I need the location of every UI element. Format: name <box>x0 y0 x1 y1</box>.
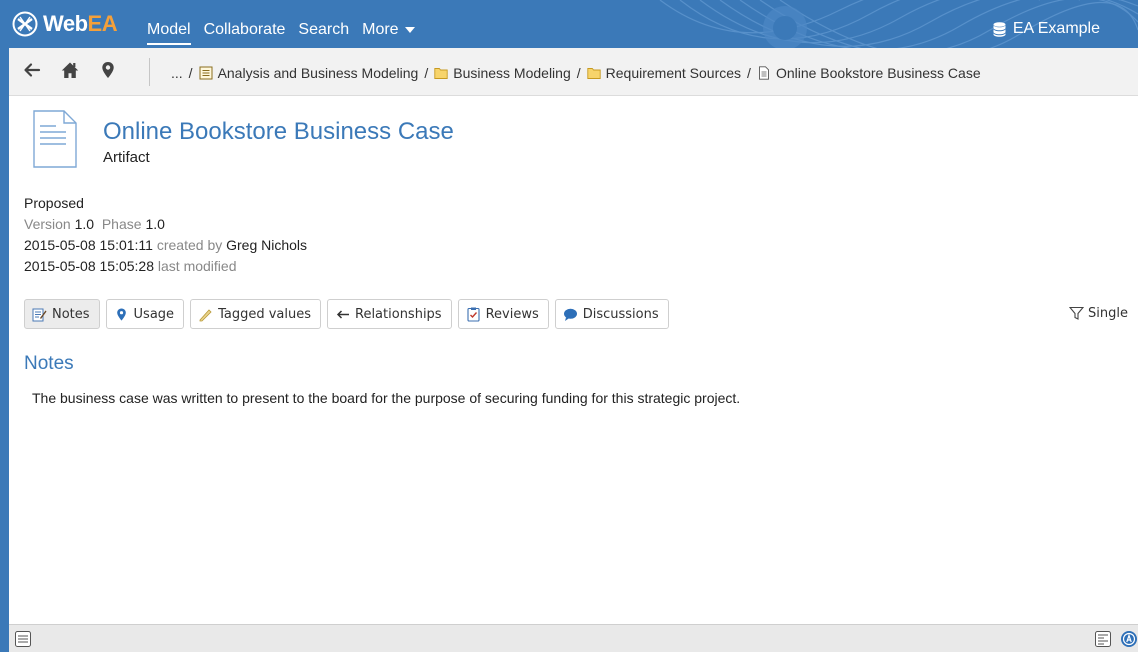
property-tabs: Notes Usage Tagged values Relationships … <box>24 299 669 329</box>
nav-buttons <box>23 61 117 79</box>
top-bar: WebEA Model Collaborate Search More EA E… <box>0 0 1138 48</box>
caret-down-icon <box>404 26 415 33</box>
artifact-icon <box>33 110 77 168</box>
modified-date: 2015-05-08 15:05:28 <box>24 258 154 274</box>
nav-more[interactable]: More <box>362 21 415 45</box>
breadcrumb-item-analysis[interactable]: Analysis and Business Modeling <box>199 65 419 81</box>
database-icon <box>993 21 1006 37</box>
breadcrumb-bar: ... / Analysis and Business Modeling / B… <box>9 48 1138 96</box>
logo-suffix: EA <box>87 11 118 36</box>
created-line: 2015-05-08 15:01:11 created by Greg Nich… <box>24 235 307 256</box>
breadcrumb-item-requirement-sources[interactable]: Requirement Sources <box>586 65 742 81</box>
tab-label: Reviews <box>485 306 539 322</box>
tab-relationships[interactable]: Relationships <box>327 299 452 329</box>
created-date: 2015-05-08 15:01:11 <box>24 237 153 253</box>
modified-line: 2015-05-08 15:05:28 last modified <box>24 256 307 277</box>
folder-icon <box>434 68 448 79</box>
nav-collaborate[interactable]: Collaborate <box>204 21 286 45</box>
status-bar-right <box>1094 630 1138 648</box>
tab-label: Relationships <box>355 306 442 322</box>
tab-label: Notes <box>52 306 90 322</box>
notes-icon <box>32 308 47 321</box>
model-selector[interactable]: EA Example <box>993 20 1100 38</box>
arrow-left-icon <box>336 309 349 319</box>
nav-search[interactable]: Search <box>298 21 349 45</box>
nav-more-label: More <box>362 21 399 38</box>
review-icon <box>467 307 480 322</box>
tab-usage[interactable]: Usage <box>105 299 185 329</box>
webea-logo[interactable]: WebEA <box>12 9 118 39</box>
left-accent-bar <box>0 48 9 652</box>
breadcrumb-slash: / <box>424 65 429 81</box>
breadcrumb: ... / Analysis and Business Modeling / B… <box>171 65 981 81</box>
back-arrow-icon[interactable] <box>23 61 41 79</box>
breadcrumb-label: Requirement Sources <box>605 65 742 81</box>
tab-reviews[interactable]: Reviews <box>457 299 549 329</box>
breadcrumb-item-business-modeling[interactable]: Business Modeling <box>434 65 571 81</box>
tab-label: Tagged values <box>218 306 311 322</box>
chat-icon <box>563 308 577 321</box>
element-properties: Proposed Version 1.0 Phase 1.0 2015-05-0… <box>24 193 307 277</box>
tab-label: Discussions <box>582 306 659 322</box>
breadcrumb-slash: / <box>188 65 193 81</box>
notes-heading: Notes <box>24 353 74 374</box>
location-pin-icon[interactable] <box>99 61 117 79</box>
home-icon[interactable] <box>61 61 79 79</box>
list-view-icon[interactable] <box>14 630 32 648</box>
status-bar <box>9 624 1138 652</box>
breadcrumb-divider <box>149 58 150 86</box>
tab-label: Usage <box>133 306 175 322</box>
logo-prefix: Web <box>43 11 88 36</box>
page-title: Online Bookstore Business Case <box>103 118 454 145</box>
version-label: Version <box>24 216 71 232</box>
author-name: Greg Nichols <box>226 237 308 253</box>
logo-text: WebEA <box>43 11 118 37</box>
document-icon <box>758 66 769 80</box>
status-text: Proposed <box>24 195 84 211</box>
breadcrumb-slash: / <box>576 65 581 81</box>
breadcrumb-label: Analysis and Business Modeling <box>217 65 419 81</box>
modified-label: last modified <box>157 258 237 274</box>
nav-model[interactable]: Model <box>147 21 191 45</box>
filter-icon <box>1069 306 1085 320</box>
model-name: EA Example <box>1012 20 1100 37</box>
notes-text: The business case was written to present… <box>32 390 741 406</box>
version-value: 1.0 <box>74 216 95 232</box>
tag-icon <box>199 308 212 321</box>
breadcrumb-item-current[interactable]: Online Bookstore Business Case <box>757 65 981 81</box>
main-nav: Model Collaborate Search More <box>147 21 415 45</box>
filter-single-button[interactable]: Single <box>1069 306 1128 321</box>
package-diagram-icon <box>199 66 213 80</box>
tab-notes[interactable]: Notes <box>24 299 100 329</box>
phase-label: Phase <box>101 216 142 232</box>
breadcrumb-slash: / <box>747 65 751 81</box>
account-icon[interactable] <box>1120 630 1138 648</box>
breadcrumb-ellipsis[interactable]: ... <box>171 65 183 81</box>
tab-discussions[interactable]: Discussions <box>554 299 669 329</box>
tab-tagged-values[interactable]: Tagged values <box>190 299 321 329</box>
properties-panel-icon[interactable] <box>1094 630 1112 648</box>
breadcrumb-label: Business Modeling <box>453 65 571 81</box>
breadcrumb-label: Online Bookstore Business Case <box>775 65 981 81</box>
logo-knot-icon <box>12 11 38 37</box>
filter-label: Single <box>1088 306 1128 321</box>
folder-icon <box>586 68 601 79</box>
created-by-label: created by <box>156 237 223 253</box>
usage-icon <box>116 308 126 320</box>
element-type: Artifact <box>103 149 150 166</box>
version-line: Version 1.0 Phase 1.0 <box>24 214 307 235</box>
phase-value: 1.0 <box>145 216 165 232</box>
